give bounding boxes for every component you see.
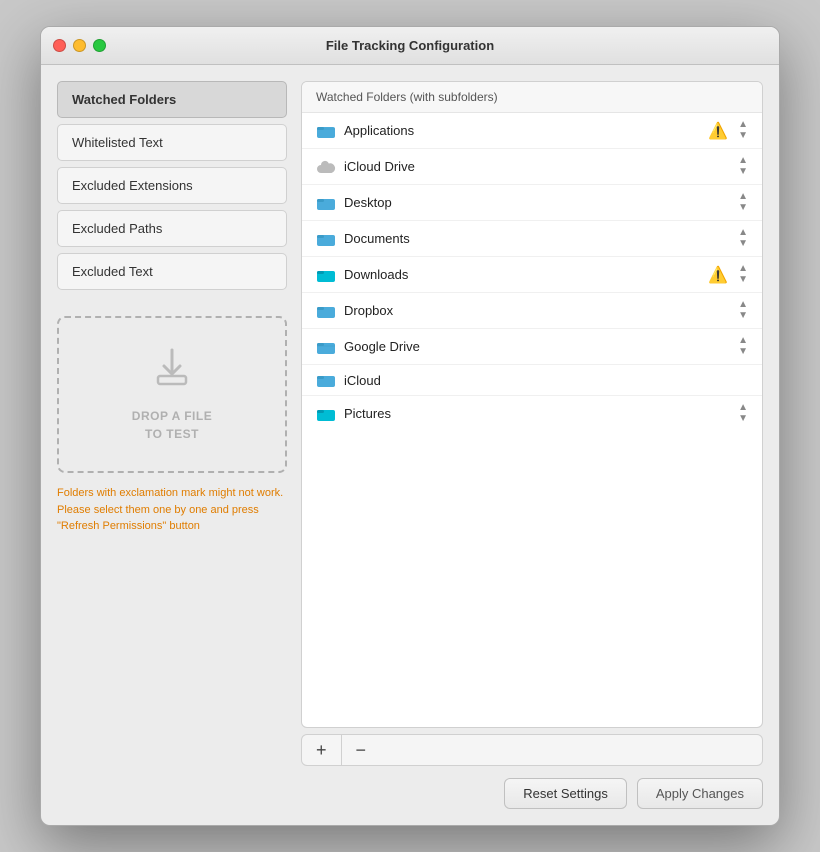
close-button[interactable] (53, 39, 66, 52)
folder-name-downloads: Downloads (344, 267, 700, 282)
nav-item-excluded-paths[interactable]: Excluded Paths (57, 210, 287, 247)
folder-name-google-drive: Google Drive (344, 339, 730, 354)
folder-icon-desktop (316, 195, 336, 211)
main-window: File Tracking Configuration Watched Fold… (40, 26, 780, 826)
stepper-dropbox[interactable]: ▲ ▼ (738, 300, 748, 321)
nav-item-excluded-text[interactable]: Excluded Text (57, 253, 287, 290)
folder-icon-documents (316, 231, 336, 247)
folder-icon-pictures (316, 406, 336, 422)
folder-name-dropbox: Dropbox (344, 303, 730, 318)
folders-header: Watched Folders (with subfolders) (302, 82, 762, 113)
drop-text: DROP A FILE TO TEST (132, 407, 212, 443)
folder-row-documents[interactable]: Documents ▲ ▼ (302, 221, 762, 257)
apply-changes-button[interactable]: Apply Changes (637, 778, 763, 809)
maximize-button[interactable] (93, 39, 106, 52)
folder-row-icloud[interactable]: iCloud (302, 365, 762, 396)
folder-row-pictures[interactable]: Pictures ▲ ▼ (302, 396, 762, 431)
warning-text: Folders with exclamation mark might not … (57, 485, 287, 535)
folder-name-applications: Applications (344, 123, 700, 138)
folders-list: Applications ⚠️ ▲ ▼ (302, 113, 762, 727)
drop-zone[interactable]: DROP A FILE TO TEST (57, 316, 287, 473)
stepper-pictures[interactable]: ▲ ▼ (738, 403, 748, 424)
reset-settings-button[interactable]: Reset Settings (504, 778, 627, 809)
stepper-icloud-drive[interactable]: ▲ ▼ (738, 156, 748, 177)
folder-row-downloads[interactable]: Downloads ⚠️ ▲ ▼ (302, 257, 762, 293)
warning-icon-downloads: ⚠️ (708, 265, 728, 285)
folder-list-toolbar: + − (301, 734, 763, 766)
folders-box: Watched Folders (with subfolders) Applic… (301, 81, 763, 728)
stepper-google-drive[interactable]: ▲ ▼ (738, 336, 748, 357)
nav-item-whitelisted-text[interactable]: Whitelisted Text (57, 124, 287, 161)
left-panel: Watched Folders Whitelisted Text Exclude… (57, 81, 287, 809)
warning-icon-applications: ⚠️ (708, 121, 728, 141)
folder-icon-google-drive (316, 339, 336, 355)
stepper-applications[interactable]: ▲ ▼ (738, 120, 748, 141)
folder-row-google-drive[interactable]: Google Drive ▲ ▼ (302, 329, 762, 365)
add-folder-button[interactable]: + (302, 735, 342, 765)
nav-item-excluded-extensions[interactable]: Excluded Extensions (57, 167, 287, 204)
stepper-downloads[interactable]: ▲ ▼ (738, 264, 748, 285)
folder-icon-dropbox (316, 303, 336, 319)
window-title: File Tracking Configuration (326, 38, 494, 53)
drop-icon (150, 346, 194, 399)
folder-icon-icloud-drive (316, 159, 336, 175)
window-controls (53, 39, 106, 52)
folder-row-desktop[interactable]: Desktop ▲ ▼ (302, 185, 762, 221)
folder-name-pictures: Pictures (344, 406, 730, 421)
stepper-desktop[interactable]: ▲ ▼ (738, 192, 748, 213)
folder-icon-applications (316, 123, 336, 139)
right-panel: Watched Folders (with subfolders) Applic… (301, 81, 763, 809)
title-bar: File Tracking Configuration (41, 27, 779, 65)
folder-icon-downloads (316, 267, 336, 283)
stepper-documents[interactable]: ▲ ▼ (738, 228, 748, 249)
folder-row-applications[interactable]: Applications ⚠️ ▲ ▼ (302, 113, 762, 149)
folder-name-documents: Documents (344, 231, 730, 246)
minimize-button[interactable] (73, 39, 86, 52)
nav-item-watched-folders[interactable]: Watched Folders (57, 81, 287, 118)
folder-name-icloud-drive: iCloud Drive (344, 159, 730, 174)
folder-name-desktop: Desktop (344, 195, 730, 210)
action-buttons: Reset Settings Apply Changes (301, 778, 763, 809)
main-content: Watched Folders Whitelisted Text Exclude… (41, 65, 779, 825)
folder-icon-icloud (316, 372, 336, 388)
folder-row-dropbox[interactable]: Dropbox ▲ ▼ (302, 293, 762, 329)
folder-name-icloud: iCloud (344, 373, 748, 388)
folder-row-icloud-drive[interactable]: iCloud Drive ▲ ▼ (302, 149, 762, 185)
remove-folder-button[interactable]: − (342, 735, 381, 765)
